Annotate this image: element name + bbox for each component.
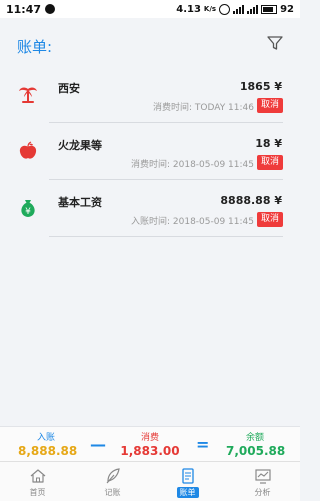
balance-summary: 余额 7,005.88 (226, 430, 286, 458)
divider (49, 236, 283, 237)
signal-icon (233, 4, 245, 14)
alarm-icon (219, 3, 231, 15)
bill-time: 消费时间: TODAY 11:46 (152, 103, 254, 113)
tab-label: 首页 (29, 488, 46, 497)
bill-list: 西安 1865 ¥ 消费时间: TODAY 11:46 取消 火龙果等 18 ¥… (0, 66, 300, 237)
header: 账单: (0, 18, 300, 66)
bill-amount: 18 ¥ (255, 137, 282, 150)
svg-text:¥: ¥ (25, 207, 31, 217)
tab-analysis[interactable]: 分析 (225, 462, 300, 501)
page-title: 账单: (17, 38, 53, 56)
bill-amount: 1865 ¥ (239, 80, 282, 93)
income-summary: 入账 8,888.88 (18, 430, 78, 458)
minus-sign: — (90, 435, 106, 454)
expense-label: 消费 (140, 433, 159, 443)
cancel-button[interactable]: 取消 (256, 155, 283, 170)
bill-icon (181, 468, 194, 484)
chart-icon (254, 469, 271, 484)
apple-icon (19, 141, 37, 159)
message-notification-icon (45, 4, 56, 14)
cancel-button[interactable]: 取消 (256, 212, 283, 227)
bill-time: 消费时间: 2018-05-09 11:45 (130, 160, 254, 170)
filter-icon[interactable] (266, 34, 284, 52)
money-bag-icon: ¥ (21, 200, 35, 217)
bill-name: 西安 (58, 82, 80, 95)
tab-record[interactable]: 记账 (75, 462, 150, 501)
balance-label: 余额 (245, 433, 264, 443)
balance-value: 7,005.88 (226, 444, 286, 458)
bill-time: 入账时间: 2018-05-09 11:45 (130, 217, 254, 227)
expense-value: 1,883.00 (120, 444, 180, 458)
network-speed: 4.13 (176, 3, 201, 15)
feather-icon (106, 468, 120, 484)
tab-home[interactable]: 首页 (0, 462, 75, 501)
income-value: 8,888.88 (18, 444, 78, 458)
tab-label: 分析 (254, 488, 271, 497)
signal-2-icon (247, 4, 259, 14)
tab-label: 账单 (176, 487, 199, 498)
bill-item[interactable]: 西安 1865 ¥ 消费时间: TODAY 11:46 取消 (0, 66, 300, 123)
bill-amount: 8888.88 ¥ (220, 194, 282, 207)
equals-sign: = (196, 435, 210, 454)
summary-bar: 入账 8,888.88 — 消费 1,883.00 = 余额 7,005.88 (0, 426, 300, 461)
bill-item[interactable]: ¥ 基本工资 8888.88 ¥ 入账时间: 2018-05-09 11:45 … (0, 180, 300, 237)
network-speed-unit: K/s (203, 5, 217, 13)
bill-item[interactable]: 火龙果等 18 ¥ 消费时间: 2018-05-09 11:45 取消 (0, 123, 300, 180)
clock: 11:47 (6, 2, 42, 16)
tab-label: 记账 (104, 488, 121, 497)
tab-bill[interactable]: 账单 (150, 462, 225, 501)
expense-summary: 消费 1,883.00 (118, 430, 182, 458)
bill-name: 火龙果等 (58, 139, 102, 152)
palm-tree-icon (19, 87, 37, 103)
income-label: 入账 (36, 433, 55, 443)
bottom-tab-bar: 首页 记账 账单 分析 (0, 461, 300, 501)
status-bar: 11:47 4.13 K/s 92 (0, 0, 300, 18)
battery-icon (261, 4, 278, 14)
home-icon (30, 469, 45, 483)
battery-level: 92 (280, 3, 294, 15)
bill-name: 基本工资 (58, 196, 102, 209)
cancel-button[interactable]: 取消 (256, 98, 283, 113)
